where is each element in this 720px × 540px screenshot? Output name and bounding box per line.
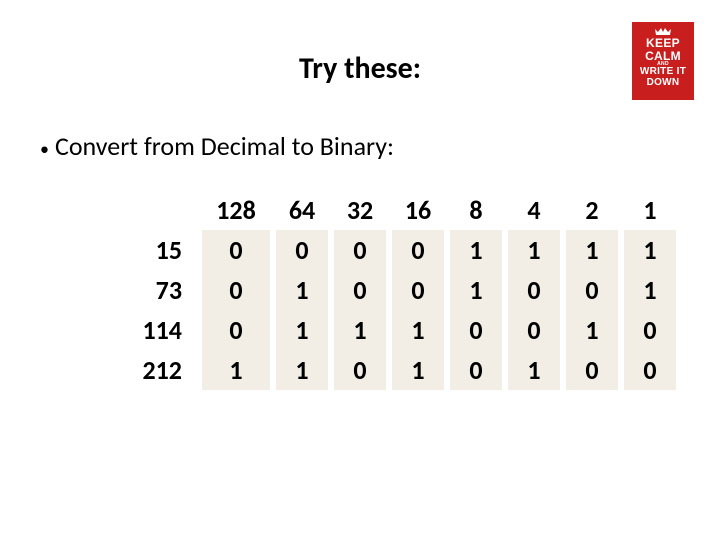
cell: 1 [276,350,328,390]
cell: 1 [276,310,328,350]
cell: 0 [392,270,444,310]
header-cell: 2 [566,190,618,230]
bullet-line: • Convert from Decimal to Binary: [40,130,394,162]
cell: 0 [202,270,270,310]
cell: 1 [566,310,618,350]
cell: 0 [450,350,502,390]
cell: 1 [566,230,618,270]
cell: 0 [392,230,444,270]
cell: 0 [566,270,618,310]
header-cell: 64 [276,190,328,230]
row-label: 114 [116,310,196,350]
binary-table-wrap: 128 64 32 16 8 4 2 1 15 0 0 0 0 1 [110,190,682,390]
cell: 0 [450,310,502,350]
cell: 1 [276,270,328,310]
cell: 1 [450,230,502,270]
table-header-row: 128 64 32 16 8 4 2 1 [116,190,676,230]
row-label: 15 [116,230,196,270]
slide-title: Try these: [0,50,720,87]
table-row: 15 0 0 0 0 1 1 1 1 [116,230,676,270]
cell: 0 [334,230,386,270]
row-label: 73 [116,270,196,310]
cell: 1 [334,310,386,350]
cell: 1 [392,350,444,390]
cell: 0 [508,270,560,310]
cell: 0 [202,310,270,350]
binary-table: 128 64 32 16 8 4 2 1 15 0 0 0 0 1 [110,190,682,390]
slide: KEEP CALM AND WRITE IT DOWN Try these: •… [0,0,720,540]
header-cell: 8 [450,190,502,230]
cell: 0 [334,270,386,310]
cell: 1 [450,270,502,310]
header-cell: 1 [624,190,676,230]
header-cell: 16 [392,190,444,230]
bullet-text: Convert from Decimal to Binary: [55,130,394,162]
header-cell: 32 [334,190,386,230]
cell: 0 [334,350,386,390]
cell: 0 [202,230,270,270]
cell: 1 [624,230,676,270]
badge-keep: KEEP [634,37,692,50]
cell: 1 [624,270,676,310]
cell: 1 [508,230,560,270]
header-blank [116,190,196,230]
cell: 1 [392,310,444,350]
cell: 1 [202,350,270,390]
cell: 0 [624,310,676,350]
header-cell: 128 [202,190,270,230]
table-row: 212 1 1 0 1 0 1 0 0 [116,350,676,390]
cell: 0 [508,310,560,350]
cell: 0 [624,350,676,390]
bullet-dot: • [40,138,49,160]
row-label: 212 [116,350,196,390]
cell: 0 [276,230,328,270]
cell: 1 [508,350,560,390]
table-row: 73 0 1 0 0 1 0 0 1 [116,270,676,310]
cell: 0 [566,350,618,390]
crown-icon [654,26,672,36]
table-row: 114 0 1 1 1 0 0 1 0 [116,310,676,350]
header-cell: 4 [508,190,560,230]
